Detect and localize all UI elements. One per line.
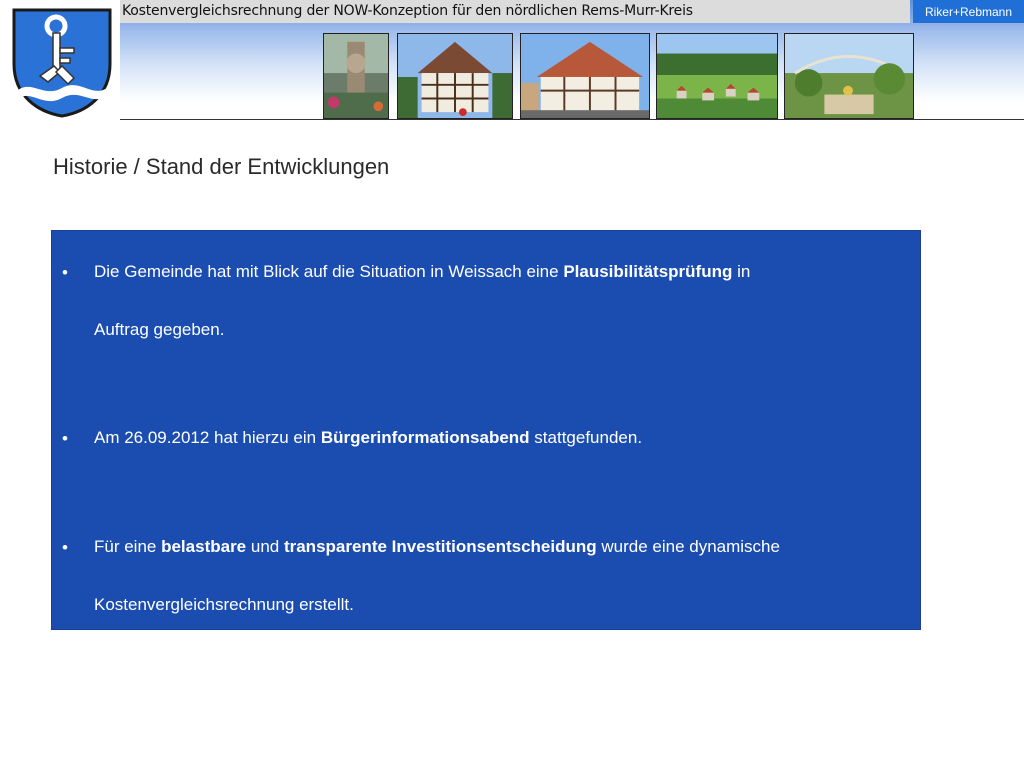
key-crest-icon (12, 8, 112, 118)
header-divider (120, 119, 1024, 120)
bullet-3-emphasis-1: belastbare (161, 537, 247, 556)
village-landscape-photo (656, 33, 778, 119)
bullet-1-line-1: Die Gemeinde hat mit Blick auf die Situa… (94, 262, 750, 282)
bullet-3-line-1: Für eine belastbare und transparente Inv… (94, 537, 780, 557)
bullet-marker: • (62, 263, 68, 282)
bullet-marker: • (62, 538, 68, 557)
section-heading: Historie / Stand der Entwicklungen (53, 154, 390, 179)
bullet-3-text-mid: und (246, 537, 284, 556)
bullet-1-emphasis: Plausibilitätsprüfung (563, 262, 733, 281)
bullet-2-text: Am 26.09.2012 hat hierzu ein (94, 428, 321, 447)
bullet-3-line-2: Kostenvergleichsrechnung erstellt. (94, 595, 354, 614)
bullet-marker: • (62, 429, 68, 448)
bullet-1-line-2: Auftrag gegeben. (94, 320, 225, 339)
bullet-3-emphasis-2: transparente Investitionsentscheidung (283, 537, 597, 556)
document-title: Kostenvergleichsrechnung der NOW-Konzept… (122, 3, 693, 19)
bullet-2-text-end: stattgefunden. (529, 428, 643, 447)
fountain-photo (323, 33, 389, 119)
town-hall-photo (520, 33, 650, 119)
bullet-3-text-end: wurde eine dynamische (596, 537, 780, 556)
company-badge: Riker+Rebmann (913, 0, 1024, 23)
bullet-1-text: Die Gemeinde hat mit Blick auf die Situa… (94, 262, 564, 281)
garden-photo (784, 33, 914, 119)
bullet-3-text: Für eine (94, 537, 162, 556)
bullet-2-emphasis: Bürgerinformationsabend (320, 428, 530, 447)
bullet-1-text-end: in (732, 262, 751, 281)
half-timbered-house-photo (397, 33, 513, 119)
bullet-2-line-1: Am 26.09.2012 hat hierzu ein Bürgerinfor… (94, 428, 642, 448)
